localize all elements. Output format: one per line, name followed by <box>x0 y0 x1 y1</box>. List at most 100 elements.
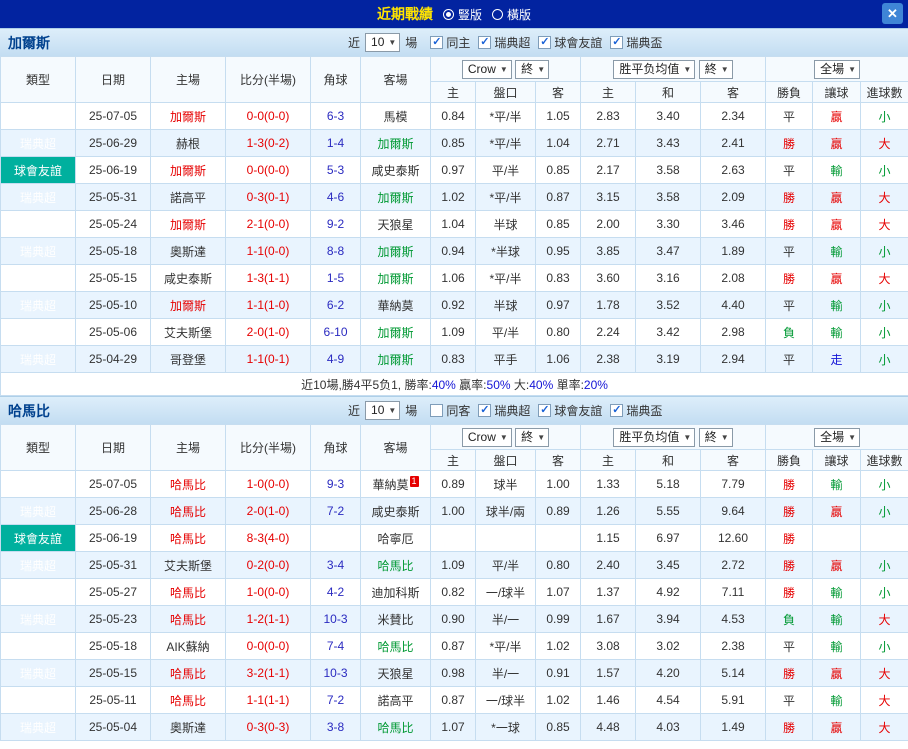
filter-checkbox[interactable]: ✓ 瑞典盃 <box>610 34 662 51</box>
filter-checkbox[interactable]: ✓ 球會友誼 <box>538 402 602 419</box>
handicap-result-cell: 走 <box>812 345 862 373</box>
checkbox-checked-icon[interactable]: ✓ <box>430 36 444 49</box>
corner-cell: 3-4 <box>310 551 361 579</box>
final-odds-select[interactable]: 終 ▼ <box>698 427 733 447</box>
layout-radio-vertical[interactable]: 豎版 <box>442 6 482 23</box>
euro-avg-select[interactable]: 胜平负均值 ▼ <box>613 427 696 447</box>
scope-select[interactable]: 全場 ▼ <box>814 427 860 447</box>
checkbox-checked-icon[interactable]: ✓ <box>478 404 492 417</box>
filter-checkbox[interactable]: ✓ 同主 <box>430 34 470 51</box>
chevron-down-icon: ▼ <box>848 432 856 442</box>
select-value: 全場 <box>820 429 845 444</box>
euro-home-odds-cell: 1.46 <box>580 686 636 714</box>
away-team-cell: 咸史泰斯 <box>360 497 431 525</box>
col-type: 類型 <box>0 56 76 103</box>
goals-result-cell: 小 <box>860 551 908 579</box>
checkbox-checked-icon[interactable]: ✓ <box>610 404 624 417</box>
date-cell: 25-05-23 <box>75 605 151 633</box>
league-type-cell: 瑞典超 <box>0 129 76 157</box>
handicap-cell: 半/一 <box>475 659 536 687</box>
filter-checkbox[interactable]: 同客 <box>430 402 470 419</box>
close-icon[interactable]: ✕ <box>882 3 903 24</box>
asian-home-odds-cell: 1.02 <box>430 183 476 211</box>
col-away: 客場 <box>360 56 431 103</box>
chevron-down-icon: ▼ <box>720 64 729 74</box>
league-type-cell: 瑞典超 <box>0 264 76 292</box>
handicap-result-cell: 贏 <box>812 659 862 687</box>
final-odds-select[interactable]: 終 ▼ <box>515 427 550 447</box>
near-label: 近 <box>348 404 361 418</box>
match-count-select[interactable]: 10 ▼ <box>365 33 401 52</box>
handicap-cell: 平/半 <box>475 318 536 346</box>
euro-away-odds-cell: 2.41 <box>699 129 767 157</box>
euro-draw-odds-cell: 3.58 <box>635 156 701 184</box>
result-cell: 平 <box>765 102 814 130</box>
col-asian-away: 客 <box>535 81 581 103</box>
asian-odds-filter: Crow ▼ 終 ▼ <box>430 56 581 82</box>
home-team-cell: 加爾斯 <box>150 291 226 319</box>
layout-radio-horizontal[interactable]: 橫版 <box>492 6 531 23</box>
filter-checkbox[interactable]: ✓ 瑞典超 <box>478 34 530 51</box>
asian-away-odds-cell: 0.85 <box>535 210 581 238</box>
select-value: 終 <box>704 61 717 76</box>
euro-odds-filter: 胜平负均值 ▼ 終 ▼ <box>579 56 767 82</box>
col-away: 客場 <box>360 424 431 471</box>
checkbox-checked-icon[interactable]: ✓ <box>538 404 552 417</box>
checkbox-checked-icon[interactable]: ✓ <box>478 36 492 49</box>
away-team-cell: 迪加科斯 <box>360 578 431 606</box>
handicap-cell: *一球 <box>475 713 536 741</box>
col-euro-draw: 和 <box>635 449 701 471</box>
asian-home-odds-cell: 0.87 <box>430 632 476 660</box>
team-name: 哈馬比 <box>8 402 50 419</box>
euro-away-odds-cell: 2.98 <box>699 318 767 346</box>
checkbox-checked-icon[interactable]: ✓ <box>610 36 624 49</box>
chevron-down-icon: ▼ <box>388 406 397 415</box>
filter-checkbox[interactable]: ✓ 瑞典超 <box>478 402 530 419</box>
checkbox-unchecked-icon[interactable] <box>430 404 444 417</box>
date-cell: 25-05-24 <box>75 210 151 238</box>
final-odds-select[interactable]: 終 ▼ <box>515 59 550 79</box>
league-type-cell: 瑞典超 <box>0 713 76 741</box>
summary-row: 近10場,勝4平5负1, 勝率:40% 贏率:50% 大:40% 單率:20% <box>0 372 908 396</box>
asian-home-odds-cell: 0.98 <box>430 659 476 687</box>
away-team-cell: 馬模 <box>360 102 431 130</box>
score-cell: 0-0(0-0) <box>225 102 311 130</box>
euro-away-odds-cell: 1.49 <box>699 713 767 741</box>
date-cell: 25-04-29 <box>75 345 151 373</box>
match-count-select[interactable]: 10 ▼ <box>365 401 401 420</box>
result-cell: 平 <box>765 291 814 319</box>
filter-checkbox[interactable]: ✓ 瑞典盃 <box>610 402 662 419</box>
result-cell: 勝 <box>765 497 814 525</box>
euro-away-odds-cell: 9.64 <box>699 497 767 525</box>
select-value: 終 <box>521 429 534 444</box>
goals-result-cell: 大 <box>860 183 908 211</box>
corner-cell: 6-3 <box>310 102 361 130</box>
euro-avg-select[interactable]: 胜平负均值 ▼ <box>613 59 696 79</box>
away-team-cell: 諾高平 <box>360 686 431 714</box>
bookmaker-select[interactable]: Crow ▼ <box>461 59 512 79</box>
handicap-result-cell: 輸 <box>812 291 862 319</box>
radio-unselected-icon[interactable] <box>492 8 503 20</box>
col-asian-home: 主 <box>430 81 476 103</box>
handicap-result-cell: 贏 <box>812 183 862 211</box>
score-cell: 1-2(1-1) <box>225 605 311 633</box>
result-cell: 勝 <box>765 713 814 741</box>
scope-select[interactable]: 全場 ▼ <box>814 59 860 79</box>
asian-home-odds-cell: 1.06 <box>430 264 476 292</box>
final-odds-select[interactable]: 終 ▼ <box>698 59 733 79</box>
home-team-cell: 奧斯達 <box>150 713 226 741</box>
result-cell: 平 <box>765 237 814 265</box>
checkbox-checked-icon[interactable]: ✓ <box>538 36 552 49</box>
home-team-cell: 哈馬比 <box>150 578 226 606</box>
bookmaker-select[interactable]: Crow ▼ <box>461 427 512 447</box>
euro-home-odds-cell: 1.78 <box>580 291 636 319</box>
corner-cell: 4-6 <box>310 183 361 211</box>
away-team-cell: 天狼星 <box>360 659 431 687</box>
filter-checkbox[interactable]: ✓ 球會友誼 <box>538 34 602 51</box>
euro-away-odds-cell: 2.72 <box>699 551 767 579</box>
asian-away-odds-cell: 0.99 <box>535 605 581 633</box>
date-cell: 25-05-31 <box>75 551 151 579</box>
col-result: 勝負 <box>765 81 814 103</box>
checkbox-label: 瑞典盃 <box>626 404 663 418</box>
radio-selected-icon[interactable] <box>442 8 454 20</box>
